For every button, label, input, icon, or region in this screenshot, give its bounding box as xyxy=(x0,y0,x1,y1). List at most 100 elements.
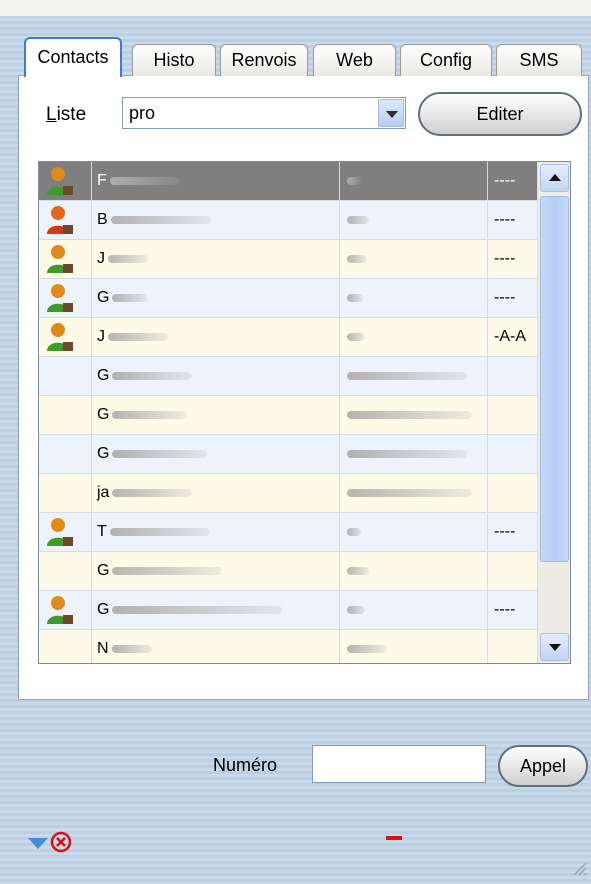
contact-number-cell xyxy=(339,162,487,200)
list-select-value: pro xyxy=(129,103,156,123)
contact-row[interactable]: G ---- xyxy=(39,279,537,318)
redacted-number xyxy=(347,644,387,653)
contact-row[interactable]: G xyxy=(39,396,537,435)
redacted-number xyxy=(347,566,369,575)
contact-icon-cell xyxy=(39,162,91,200)
contact-name-cell: G xyxy=(91,591,339,629)
contact-row[interactable]: J ---- xyxy=(39,240,537,279)
contact-name-initial: N xyxy=(97,640,109,657)
list-select[interactable]: pro xyxy=(122,97,406,129)
contact-name-cell: ja xyxy=(91,474,339,512)
contact-person-icon xyxy=(47,596,73,624)
list-label-rest: iste xyxy=(56,104,87,125)
scroll-thumb[interactable] xyxy=(540,196,569,562)
contact-number-cell xyxy=(339,591,487,629)
contact-status-cell xyxy=(487,630,537,663)
contact-icon-cell xyxy=(39,279,91,317)
contact-row[interactable]: ja xyxy=(39,474,537,513)
contact-row[interactable]: N xyxy=(39,630,537,663)
redacted-name xyxy=(110,215,211,224)
edit-button[interactable]: Editer xyxy=(418,92,582,136)
tab-renvois[interactable]: Renvois xyxy=(220,44,308,76)
redacted-name xyxy=(112,410,188,419)
numero-input[interactable] xyxy=(312,745,486,783)
contact-name-cell: N xyxy=(91,630,339,663)
redacted-number xyxy=(347,293,363,302)
redacted-name xyxy=(112,488,193,497)
dropdown-arrow-icon[interactable] xyxy=(378,99,404,127)
contact-icon-cell xyxy=(39,435,91,473)
contact-number-cell xyxy=(339,630,487,663)
contact-name-initial: G xyxy=(97,445,110,462)
redacted-name xyxy=(112,566,223,575)
contact-name-initial: F xyxy=(97,172,107,189)
contact-row[interactable]: G xyxy=(39,552,537,591)
tab-contacts[interactable]: Contacts xyxy=(24,37,122,77)
tab-sms[interactable]: SMS xyxy=(496,44,582,76)
tab-config[interactable]: Config xyxy=(400,44,492,76)
contact-row[interactable]: G xyxy=(39,357,537,396)
contact-name-cell: G xyxy=(91,435,339,473)
contact-name-initial: J xyxy=(97,328,105,345)
contact-icon-cell xyxy=(39,630,91,663)
redacted-name xyxy=(108,254,148,263)
numero-label: Numéro xyxy=(213,755,278,775)
scroll-up-icon[interactable] xyxy=(540,164,569,192)
contact-row[interactable]: J -A-A xyxy=(39,318,537,357)
redacted-name xyxy=(111,644,152,653)
redacted-name xyxy=(112,605,283,614)
contact-icon-cell xyxy=(39,474,91,512)
contact-status-cell xyxy=(487,474,537,512)
contact-name-initial: G xyxy=(97,562,110,579)
contact-number-cell xyxy=(339,357,487,395)
contact-person-icon xyxy=(47,284,73,312)
redacted-number xyxy=(347,527,361,536)
contact-name-initial: G xyxy=(97,289,110,306)
contact-number-cell xyxy=(339,552,487,590)
scroll-down-icon[interactable] xyxy=(540,633,569,661)
contact-row[interactable]: T ---- xyxy=(39,513,537,552)
tab-histo[interactable]: Histo xyxy=(132,44,216,76)
contact-number-cell xyxy=(339,513,487,551)
contact-name-initial: G xyxy=(97,367,110,384)
contact-status-cell: ---- xyxy=(487,240,537,278)
collapse-arrow-icon[interactable] xyxy=(28,838,48,849)
contact-person-icon xyxy=(47,245,73,273)
contact-icon-cell xyxy=(39,240,91,278)
window-top-strip xyxy=(0,0,591,16)
resize-grip-icon[interactable] xyxy=(569,858,587,876)
contact-number-cell xyxy=(339,318,487,356)
vertical-scrollbar[interactable] xyxy=(537,162,570,663)
contact-number-cell xyxy=(339,201,487,239)
contact-number-cell xyxy=(339,435,487,473)
appel-button[interactable]: Appel xyxy=(498,745,588,787)
redacted-number xyxy=(347,605,365,614)
redacted-number xyxy=(347,488,472,497)
contact-status-cell: ---- xyxy=(487,279,537,317)
contact-name-cell: G xyxy=(91,357,339,395)
redacted-number xyxy=(347,254,367,263)
redacted-name xyxy=(112,371,193,380)
list-label: Liste xyxy=(46,104,86,126)
redacted-name xyxy=(112,449,208,458)
contact-row[interactable]: G ---- xyxy=(39,591,537,630)
contact-icon-cell xyxy=(39,318,91,356)
redacted-number xyxy=(347,449,467,458)
list-label-accesskey: L xyxy=(46,104,57,125)
contact-name-cell: G xyxy=(91,279,339,317)
tab-web[interactable]: Web xyxy=(313,44,396,76)
contacts-grid[interactable]: F ---- B ---- J ---- G ---- J -A-A G G Gja T ---- G G ---… xyxy=(38,161,571,664)
contact-status-cell: ---- xyxy=(487,513,537,551)
contact-row[interactable]: F ---- xyxy=(39,162,537,201)
contact-row[interactable]: B ---- xyxy=(39,201,537,240)
contact-name-initial: ja xyxy=(97,484,110,501)
contact-person-icon xyxy=(47,518,73,546)
close-icon[interactable] xyxy=(50,831,72,853)
contact-status-cell: -A-A xyxy=(487,318,537,356)
contact-row[interactable]: G xyxy=(39,435,537,474)
contact-name-initial: T xyxy=(97,523,107,540)
contact-icon-cell xyxy=(39,591,91,629)
redacted-number xyxy=(347,410,472,419)
contact-name-cell: F xyxy=(91,162,339,200)
redacted-number xyxy=(347,371,467,380)
